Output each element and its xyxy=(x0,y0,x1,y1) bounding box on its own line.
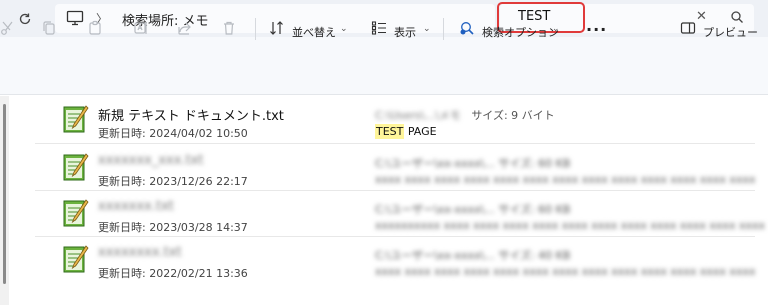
match-snippet: xxxx xxxx xxxx xxxx xxxx xxxx xxxx xxxx … xyxy=(375,265,756,278)
row-divider xyxy=(35,236,755,237)
match-highlight: TEST xyxy=(375,124,405,139)
view-chevron-down-icon[interactable]: ⌄ xyxy=(423,24,431,34)
scrollbar-thumb[interactable] xyxy=(3,104,6,284)
modified-date: 更新日時: 2022/02/21 13:36 xyxy=(98,267,248,280)
result-row[interactable]: xxxxxxxx.txt 更新日時: 2022/02/21 13:36 C:\ユ… xyxy=(35,238,755,284)
modified-date: 更新日時: 2024/04/02 10:50 xyxy=(98,127,248,140)
this-pc-icon xyxy=(66,10,84,26)
sort-icon[interactable] xyxy=(269,20,285,36)
file-name[interactable]: xxxxxxxx.txt xyxy=(98,245,182,260)
more-options-icon[interactable]: ··· xyxy=(586,20,607,39)
notepad-file-icon xyxy=(63,153,89,181)
search-options-chevron-down-icon[interactable]: ⌄ xyxy=(552,24,560,34)
search-options-label[interactable]: 検索オプション xyxy=(482,24,559,40)
rename-icon[interactable] xyxy=(133,20,149,36)
modified-date: 更新日時: 2023/12/26 22:17 xyxy=(98,175,248,188)
file-meta: C:\ユーザー\xx-xxxx\... サイズ: 60 KB xyxy=(375,157,571,170)
sort-label[interactable]: 並べ替え xyxy=(292,24,336,40)
toolbar-divider xyxy=(443,18,444,40)
file-meta: C:\Users\...\メモ サイズ: 9 バイト xyxy=(375,107,555,123)
copy-icon[interactable] xyxy=(41,20,57,36)
search-icon[interactable] xyxy=(729,9,745,25)
file-name[interactable]: xxxxxxx.txt xyxy=(98,199,174,214)
match-snippet: xxxxxxxxxx xxxx xxxx xxxx xxxx xxxx xxxx… xyxy=(375,219,765,232)
file-meta: C:\ユーザー\xx-xxxx\... サイズ: 60 KB xyxy=(375,203,571,216)
view-icon[interactable] xyxy=(371,20,387,36)
preview-label[interactable]: プレビュー xyxy=(703,24,758,40)
notepad-file-icon xyxy=(63,199,89,227)
match-rest: PAGE xyxy=(404,125,437,138)
search-input[interactable]: TEST xyxy=(518,9,550,24)
file-name[interactable]: xxxxxxx_xxx.txt xyxy=(98,153,203,168)
row-divider xyxy=(35,143,755,144)
search-options-icon[interactable] xyxy=(459,20,475,36)
cut-icon[interactable] xyxy=(0,20,16,36)
notepad-file-icon xyxy=(63,245,89,273)
file-name[interactable]: 新規 テキスト ドキュメント.txt xyxy=(98,105,284,124)
row-divider xyxy=(35,190,755,191)
refresh-button[interactable] xyxy=(14,8,36,30)
toolbar-divider xyxy=(255,18,256,40)
file-meta: C:\ユーザー\xx-xxxx\... サイズ: 40 KB xyxy=(375,249,571,262)
result-row[interactable]: xxxxxxx.txt 更新日時: 2023/03/28 14:37 C:\ユー… xyxy=(35,192,765,238)
result-row[interactable]: 新規 テキスト ドキュメント.txt 更新日時: 2024/04/02 10:5… xyxy=(35,98,755,144)
file-size: サイズ: 9 バイト xyxy=(471,109,555,122)
delete-icon[interactable] xyxy=(221,20,237,36)
paste-icon[interactable] xyxy=(87,20,103,36)
notepad-file-icon xyxy=(63,105,89,133)
refresh-icon xyxy=(19,13,31,25)
sort-chevron-down-icon[interactable]: ⌄ xyxy=(340,24,348,34)
view-label[interactable]: 表示 xyxy=(394,24,416,40)
modified-date: 更新日時: 2023/03/28 14:37 xyxy=(98,221,248,234)
command-bar xyxy=(0,37,768,95)
file-path: C:\Users\...\メモ xyxy=(375,109,461,122)
match-snippet: xxxx xxxx xxxx xxxx xxxx xxxx xxxx xxxx … xyxy=(375,173,756,186)
match-snippet: TEST PAGE xyxy=(375,124,437,139)
clear-search-button[interactable]: ✕ xyxy=(696,9,707,24)
preview-pane-icon[interactable] xyxy=(680,20,696,36)
share-icon[interactable] xyxy=(177,20,193,36)
result-row[interactable]: xxxxxxx_xxx.txt 更新日時: 2023/12/26 22:17 C… xyxy=(35,146,755,192)
